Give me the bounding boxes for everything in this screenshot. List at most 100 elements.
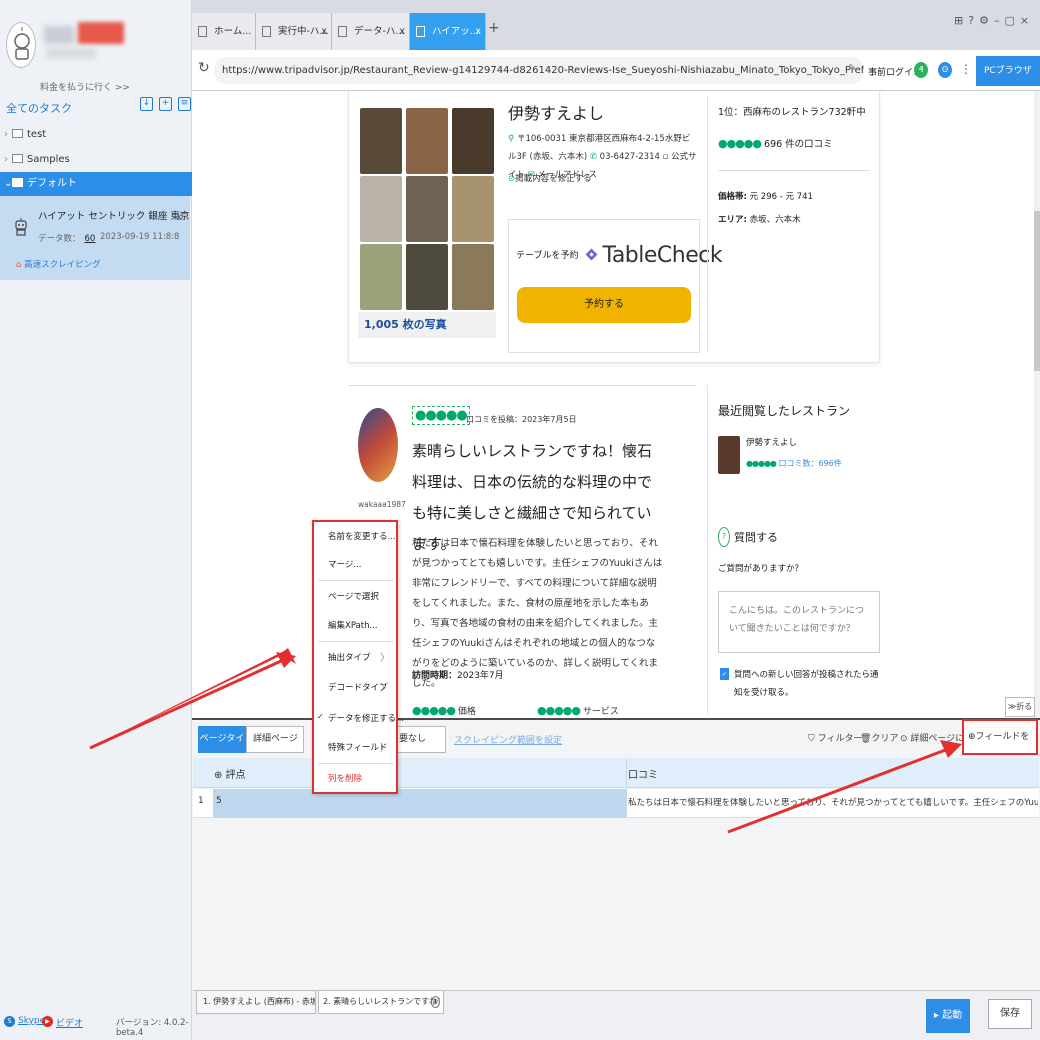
settings-icon[interactable]: ⚙ <box>979 14 994 27</box>
photo-count-link[interactable]: 1,005 枚の写真 <box>358 312 496 338</box>
fix-info-link[interactable]: ⊙掲載内容を修正する <box>508 172 592 184</box>
restore-icon[interactable]: ▢ <box>1004 14 1019 27</box>
restaurant-rating[interactable]: ●●●●● 696 件の口コミ <box>718 136 833 150</box>
food-photo[interactable] <box>452 176 494 242</box>
secondary-select[interactable]: 要なし ▾ <box>396 726 446 769</box>
import-icon[interactable]: ↓ <box>140 97 153 111</box>
recent-review-count: 口コミ数：696件 <box>778 459 842 468</box>
food-photo[interactable] <box>406 176 448 242</box>
browser-mode-select[interactable]: PCブラウザ ▾ <box>976 56 1040 106</box>
close-icon[interactable]: × <box>1020 14 1034 27</box>
help-icon[interactable]: ? <box>968 14 979 27</box>
reviewer-name[interactable]: wakaaa1987 <box>358 500 406 509</box>
bottom-tab-label: 2. 素晴らしいレストランですね！... <box>323 997 444 1006</box>
menu-item-merge[interactable]: マージ... <box>328 558 361 570</box>
clear-button[interactable]: 🗑クリア <box>860 731 898 744</box>
fold-button[interactable]: ≫折る <box>1005 697 1035 717</box>
video-icon[interactable]: ▶ <box>42 1016 53 1027</box>
column-divider <box>626 758 627 818</box>
food-photo[interactable] <box>406 108 448 174</box>
review-rating[interactable]: ●●●●● <box>412 406 470 425</box>
recent-rating: ●●●●● 口コミ数：696件 <box>746 458 842 469</box>
tab-close-icon[interactable]: x <box>475 13 481 50</box>
rating-bubbles-icon: ●●●●● <box>718 137 762 150</box>
recent-restaurant-name[interactable]: 伊勢すえよし <box>746 436 797 448</box>
web-scrollbar[interactable] <box>1034 91 1040 718</box>
avatar[interactable] <box>6 22 36 68</box>
gift-icon[interactable]: ⊞ <box>954 14 968 27</box>
minimize-icon[interactable]: – <box>994 14 1005 27</box>
extension-blue-icon[interactable]: ʘ <box>938 62 952 78</box>
tab-hyatt[interactable]: ハイアッ... x <box>410 13 486 50</box>
column-header-rating[interactable]: ⊕ 評点 <box>214 766 246 781</box>
pay-link[interactable]: 料金を払うに行く >> <box>40 80 130 93</box>
filter-button[interactable]: ⛉ フィルター <box>808 731 862 744</box>
bottom-tab-1[interactable]: 1. 伊勢すえよし (西麻布) - 赤坂、... <box>196 990 316 1014</box>
restaurant-rank: 1位：西麻布のレストラン732軒中 <box>718 107 866 118</box>
recent-photo[interactable] <box>718 436 740 474</box>
menu-item-edit-xpath[interactable]: 編集XPath... <box>328 619 378 631</box>
scrape-scope-link[interactable]: スクレイピング範囲を設定 <box>454 733 562 746</box>
reviewer-avatar[interactable] <box>358 408 398 482</box>
menu-item-rename[interactable]: 名前を変更する... <box>328 530 396 542</box>
bottom-tab-2[interactable]: 2. 素晴らしいレストランですね！... ⊗ <box>318 990 444 1014</box>
skype-icon[interactable]: S <box>4 1016 15 1027</box>
add-field-button[interactable]: ⊕フィールドを追加 <box>962 719 1038 774</box>
ask-title: 質問する <box>734 531 778 544</box>
tab-home[interactable]: ホーム... <box>192 13 256 50</box>
context-menu: 名前を変更する... マージ... ページで選択 編集XPath... 抽出タイ… <box>312 520 404 794</box>
menu-item-modify-data[interactable]: データを修正する... <box>328 712 404 724</box>
robot-icon <box>15 218 27 236</box>
reload-icon[interactable]: ↻ <box>198 60 210 76</box>
goto-detail-button[interactable]: ⊙ 詳細ページに行く <box>900 731 962 744</box>
more-menu-icon[interactable]: ⋮ <box>960 62 972 76</box>
menu-item-delete-column[interactable]: 列を削除 <box>328 772 362 784</box>
new-task-icon[interactable]: + <box>159 97 172 111</box>
food-photo[interactable] <box>406 244 448 310</box>
notify-checkbox[interactable]: ✓ <box>720 668 729 680</box>
selected-cell[interactable] <box>213 789 626 818</box>
row-number: 1 <box>198 796 204 806</box>
video-link[interactable]: ビデオ <box>56 1016 83 1029</box>
tab-running[interactable]: 実行中-ハ... x <box>256 13 332 50</box>
data-count-value[interactable]: 60 <box>85 234 96 244</box>
edit-url-icon[interactable]: ✎ <box>848 63 856 74</box>
close-icon[interactable]: ⊗ <box>431 996 440 1008</box>
food-photo[interactable] <box>360 108 402 174</box>
save-button[interactable]: 保存 <box>988 999 1032 1029</box>
window-controls[interactable]: ⊞?⚙–▢× <box>954 14 1034 27</box>
tab-close-icon[interactable]: x <box>321 13 327 50</box>
page-type-select[interactable]: 詳細ページ ▾ <box>246 726 304 769</box>
scrollbar-thumb[interactable] <box>1034 211 1040 371</box>
task-close-icon[interactable]: x <box>176 212 182 223</box>
table-cell[interactable]: 私たちは日本で懐石料理を体験したいと思っており、それが見つかってとても嬉しいです… <box>628 796 1038 808</box>
url-input[interactable]: https://www.tripadvisor.jp/Restaurant_Re… <box>214 57 864 84</box>
food-photo[interactable] <box>452 108 494 174</box>
column-header-review[interactable]: 口コミ <box>628 766 658 781</box>
folder-label: test <box>27 129 47 140</box>
tab-data[interactable]: データ-ハ... x <box>332 13 410 50</box>
menu-item-decode-type[interactable]: デコードタイプ <box>328 681 388 693</box>
food-photo[interactable] <box>360 244 402 310</box>
ask-question: ご質問がありますか？ <box>718 564 804 574</box>
extension-green-icon[interactable]: ₰ <box>914 62 928 78</box>
menu-item-extract-type[interactable]: 抽出タイプ <box>328 651 371 663</box>
sidebar-folder-samples[interactable]: › Samples <box>0 148 192 172</box>
subrating-price: ●●●●● 価格 <box>412 704 476 717</box>
template-icon[interactable]: ≡ <box>178 97 191 111</box>
tab-close-icon[interactable]: x <box>399 13 405 50</box>
food-photo[interactable] <box>452 244 494 310</box>
ask-textarea[interactable]: こんにちは。このレストランについて聞きたいことは何ですか？ <box>718 591 880 653</box>
new-tab-button[interactable]: + <box>488 20 500 36</box>
menu-item-special-field[interactable]: 特殊フィールド <box>328 741 387 753</box>
table-cell[interactable]: 5 <box>216 796 222 806</box>
sidebar-folder-test[interactable]: › test <box>0 123 192 147</box>
reserve-button[interactable]: 予約する <box>517 287 691 323</box>
food-photo[interactable] <box>360 176 402 242</box>
restaurant-phone[interactable]: 03-6427-2314 <box>600 152 660 162</box>
start-button[interactable]: ▸ 起動 <box>926 999 970 1033</box>
sidebar-folder-default[interactable]: ⌄ デフォルト <box>0 172 192 196</box>
menu-item-select-in-page[interactable]: ページで選択 <box>328 590 379 602</box>
task-mode[interactable]: ⌂ 高速スクレイピング <box>16 258 101 270</box>
task-item[interactable]: ハイアット セントリック 銀座 東京 [ 2023... x データ数： 60 2… <box>0 196 232 280</box>
